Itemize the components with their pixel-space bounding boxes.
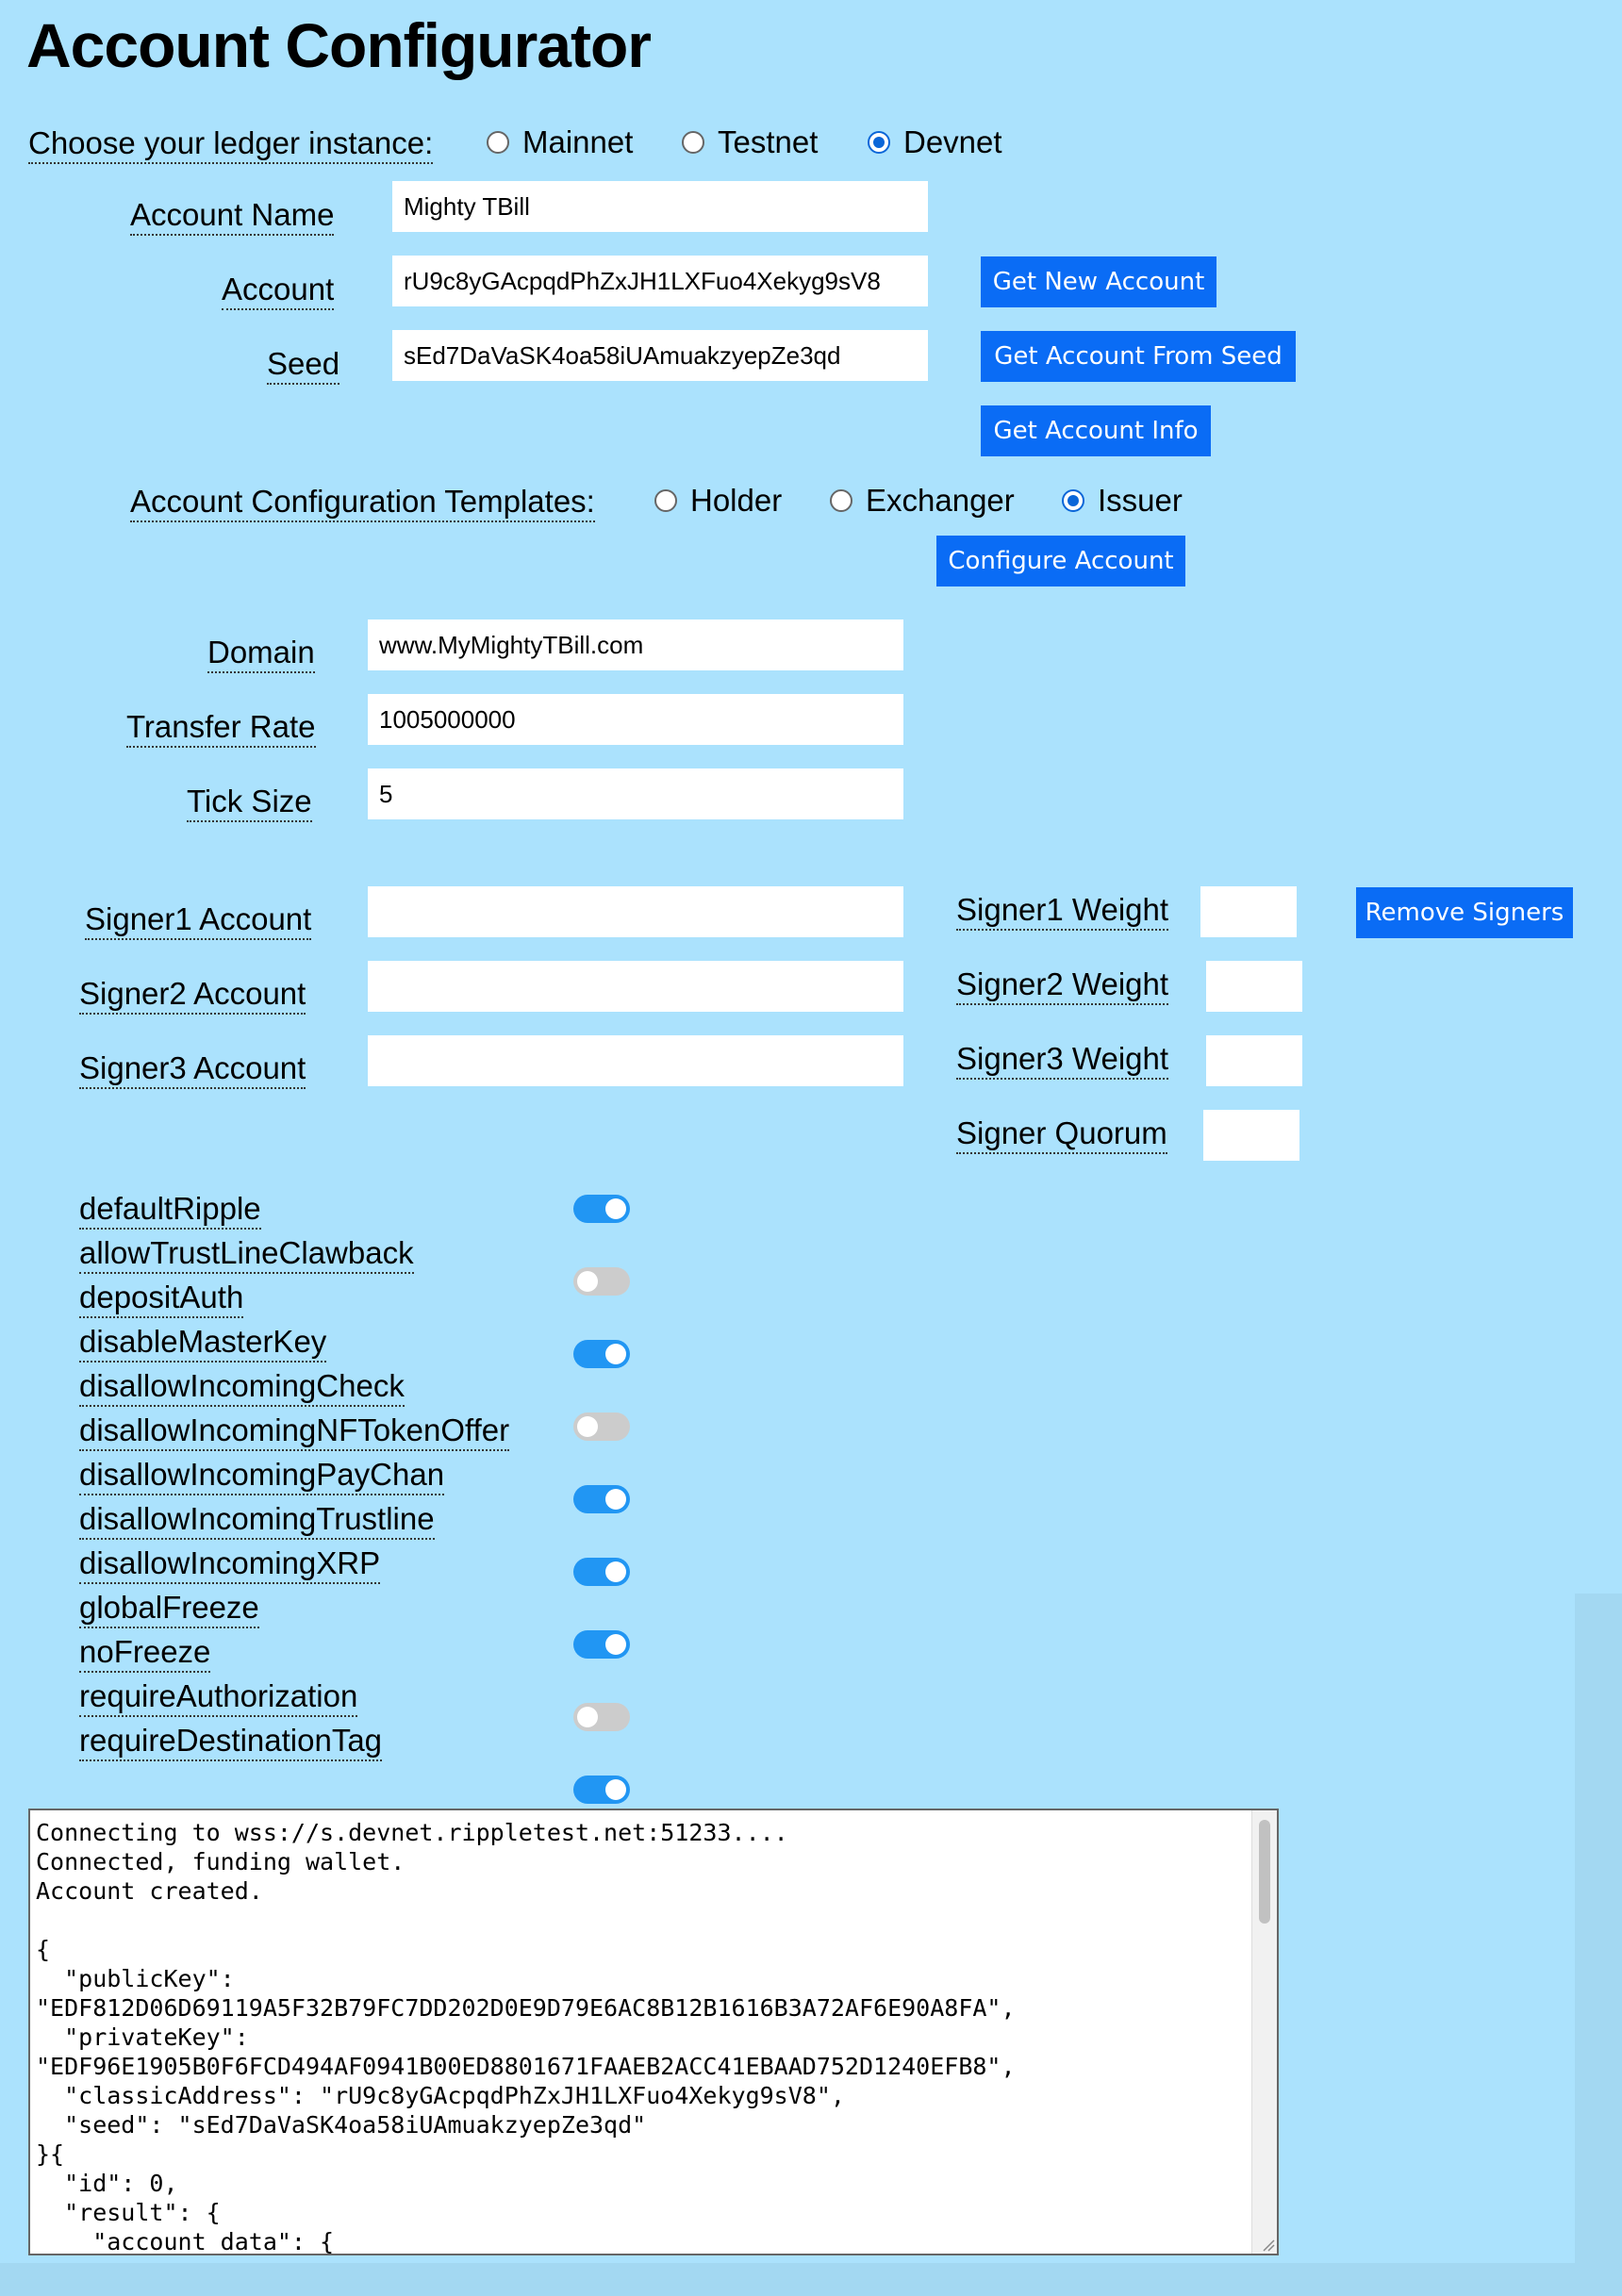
signer1-weight-label: Signer1 Weight [956, 891, 1169, 931]
transfer-rate-label: Transfer Rate [126, 708, 316, 748]
flag-toggle-disallowIncomingTrustline[interactable] [573, 1703, 630, 1731]
domain-input[interactable]: www.MyMightyTBill.com [368, 619, 903, 670]
radio-issuer-control[interactable] [1062, 489, 1084, 512]
flag-toggle-defaultRipple[interactable] [573, 1195, 630, 1223]
radio-holder-control[interactable] [654, 489, 677, 512]
signer3-weight-label: Signer3 Weight [956, 1040, 1169, 1080]
flag-label-disallowIncomingCheck: disallowIncomingCheck [79, 1367, 405, 1407]
console-scrollbar[interactable] [1251, 1810, 1277, 2254]
remove-signers-button[interactable]: Remove Signers [1356, 887, 1573, 938]
radio-mainnet-label: Mainnet [522, 124, 634, 159]
radio-testnet[interactable]: Testnet [682, 124, 818, 160]
ledger-label: Choose your ledger instance: [28, 124, 434, 164]
signer3-account-input[interactable] [368, 1035, 903, 1086]
signer-quorum-label: Signer Quorum [956, 1115, 1167, 1154]
flag-toggle-disallowIncomingXRP[interactable] [573, 1776, 630, 1804]
flag-label-disallowIncomingPayChan: disallowIncomingPayChan [79, 1456, 445, 1495]
radio-mainnet-control[interactable] [487, 131, 509, 154]
radio-issuer[interactable]: Issuer [1062, 483, 1183, 519]
signer2-weight-label: Signer2 Weight [956, 966, 1169, 1005]
flag-label-globalFreeze: globalFreeze [79, 1589, 259, 1628]
domain-label: Domain [207, 634, 315, 673]
account-label: Account [222, 271, 335, 310]
signer2-weight-input[interactable] [1206, 961, 1302, 1012]
signer1-account-input[interactable] [368, 886, 903, 937]
seed-label: Seed [267, 345, 340, 385]
flag-label-defaultRipple: defaultRipple [79, 1190, 261, 1230]
account-input[interactable]: rU9c8yGAcpqdPhZxJH1LXFuo4Xekyg9sV8 [392, 256, 928, 306]
radio-devnet[interactable]: Devnet [868, 124, 1002, 160]
flag-label-disableMasterKey: disableMasterKey [79, 1323, 327, 1363]
tick-size-label: Tick Size [187, 783, 312, 822]
flag-label-disallowIncomingXRP: disallowIncomingXRP [79, 1544, 381, 1584]
resize-handle-icon[interactable] [1260, 2237, 1275, 2252]
seed-input[interactable]: sEd7DaVaSK4oa58iUAmuakzyepZe3qd [392, 330, 928, 381]
output-console[interactable]: Connecting to wss://s.devnet.rippletest.… [28, 1809, 1279, 2255]
configure-account-button[interactable]: Configure Account [936, 536, 1185, 586]
radio-testnet-label: Testnet [718, 124, 819, 159]
transfer-rate-input[interactable]: 1005000000 [368, 694, 903, 745]
console-scroll-thumb[interactable] [1259, 1820, 1270, 1924]
radio-mainnet[interactable]: Mainnet [487, 124, 633, 160]
tick-size-input[interactable]: 5 [368, 768, 903, 819]
signer1-weight-input[interactable] [1200, 886, 1297, 937]
flag-toggle-disallowIncomingPayChan[interactable] [573, 1630, 630, 1659]
signer3-account-label: Signer3 Account [79, 1049, 306, 1089]
flag-toggle-allowTrustLineClawback[interactable] [573, 1267, 630, 1296]
flag-toggle-disableMasterKey[interactable] [573, 1412, 630, 1441]
flag-label-disallowIncomingTrustline: disallowIncomingTrustline [79, 1500, 435, 1540]
console-text: Connecting to wss://s.devnet.rippletest.… [36, 1819, 1016, 2255]
signer3-weight-input[interactable] [1206, 1035, 1302, 1086]
signer2-account-label: Signer2 Account [79, 975, 306, 1015]
account-name-input[interactable]: Mighty TBill [392, 181, 928, 232]
account-name-label: Account Name [130, 196, 335, 236]
signer2-account-input[interactable] [368, 961, 903, 1012]
flag-toggle-disallowIncomingNFTokenOffer[interactable] [573, 1558, 630, 1586]
get-account-from-seed-button[interactable]: Get Account From Seed [981, 331, 1296, 382]
radio-holder[interactable]: Holder [654, 483, 782, 519]
flag-label-disallowIncomingNFTokenOffer: disallowIncomingNFTokenOffer [79, 1412, 510, 1451]
radio-issuer-label: Issuer [1098, 483, 1183, 518]
page-edge [1575, 1594, 1622, 2296]
radio-devnet-label: Devnet [903, 124, 1002, 159]
flag-label-requireAuthorization: requireAuthorization [79, 1677, 358, 1717]
signer1-account-label: Signer1 Account [85, 900, 312, 940]
signer-quorum-input[interactable] [1203, 1110, 1299, 1161]
radio-exchanger-label: Exchanger [866, 483, 1015, 518]
get-account-info-button[interactable]: Get Account Info [981, 405, 1211, 456]
flag-label-noFreeze: noFreeze [79, 1633, 211, 1673]
radio-testnet-control[interactable] [682, 131, 704, 154]
flag-label-allowTrustLineClawback: allowTrustLineClawback [79, 1234, 414, 1274]
flag-toggle-depositAuth[interactable] [573, 1340, 630, 1368]
radio-exchanger[interactable]: Exchanger [830, 483, 1015, 519]
radio-exchanger-control[interactable] [830, 489, 852, 512]
page-title: Account Configurator [26, 10, 652, 80]
page-bottom-band [0, 2263, 1622, 2296]
flag-toggle-disallowIncomingCheck[interactable] [573, 1485, 630, 1513]
templates-label: Account Configuration Templates: [130, 483, 595, 522]
get-new-account-button[interactable]: Get New Account [981, 256, 1216, 307]
flag-label-requireDestinationTag: requireDestinationTag [79, 1722, 383, 1761]
radio-holder-label: Holder [690, 483, 783, 518]
radio-devnet-control[interactable] [868, 131, 890, 154]
flag-label-depositAuth: depositAuth [79, 1279, 244, 1318]
